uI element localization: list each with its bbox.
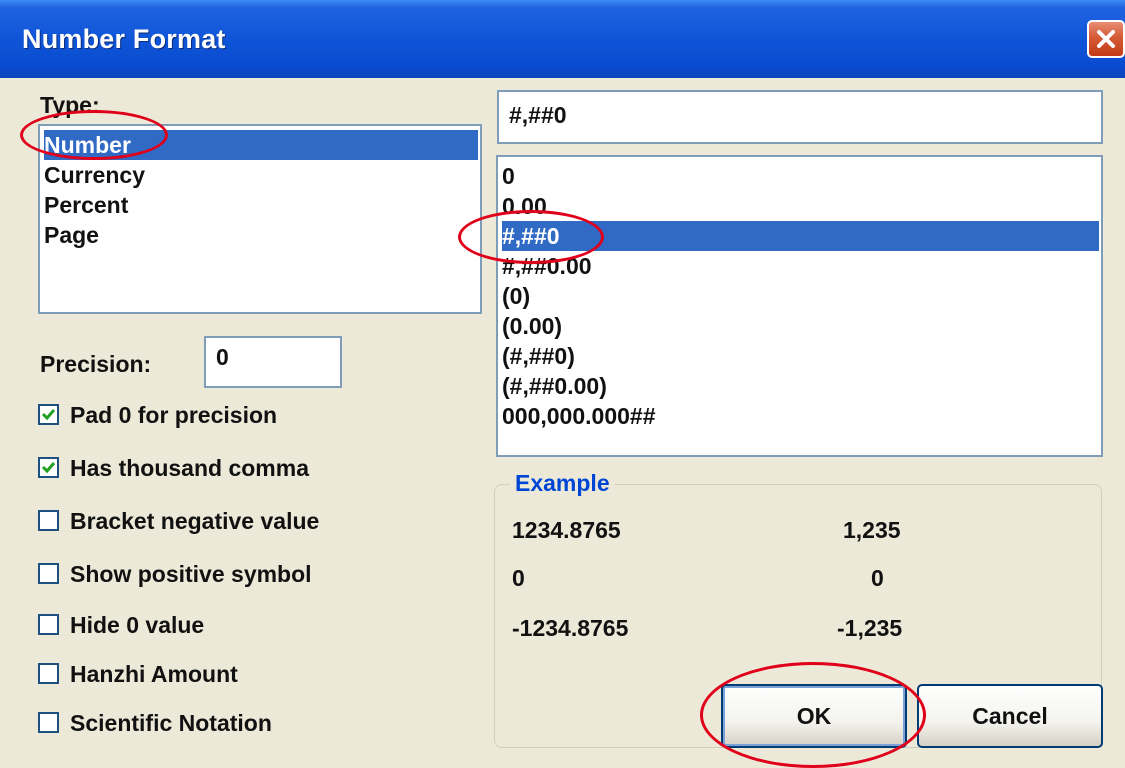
format-item[interactable]: (0) [502, 281, 530, 311]
format-item-selected[interactable]: #,##0 [502, 221, 1099, 251]
bracket-negative-checkbox[interactable] [38, 510, 59, 531]
type-item-currency[interactable]: Currency [44, 160, 145, 190]
hide-zero-checkbox[interactable] [38, 614, 59, 635]
pad-zero-label: Pad 0 for precision [70, 402, 278, 428]
precision-label: Precision: [40, 351, 152, 377]
pad-zero-checkbox[interactable] [38, 404, 59, 425]
example-output: -1,235 [837, 615, 903, 641]
show-positive-checkbox[interactable] [38, 563, 59, 584]
thousand-comma-label: Has thousand comma [70, 455, 309, 481]
title-bar[interactable]: Number Format [0, 0, 1125, 78]
example-input: -1234.8765 [512, 615, 629, 641]
scientific-notation-label: Scientific Notation [70, 710, 272, 736]
type-label: Type: [40, 92, 100, 118]
example-input: 1234.8765 [512, 517, 621, 543]
format-item[interactable]: (#,##0) [502, 341, 575, 371]
type-item-number[interactable]: Number [44, 130, 478, 160]
dialog-title: Number Format [22, 24, 226, 54]
type-item-page[interactable]: Page [44, 220, 99, 250]
close-button[interactable] [1087, 20, 1125, 58]
example-input: 0 [512, 565, 525, 591]
cancel-button[interactable]: Cancel [917, 684, 1103, 748]
hide-zero-label: Hide 0 value [70, 612, 205, 638]
show-positive-label: Show positive symbol [70, 561, 312, 587]
example-title: Example [510, 470, 615, 497]
example-output: 0 [871, 565, 884, 591]
scientific-notation-checkbox[interactable] [38, 712, 59, 733]
close-icon [1097, 30, 1115, 48]
type-item-percent[interactable]: Percent [44, 190, 128, 220]
number-format-dialog: Number Format Type: Number Currency Perc… [0, 0, 1125, 768]
ok-button[interactable]: OK [721, 684, 907, 748]
format-item[interactable]: (#,##0.00) [502, 371, 607, 401]
format-item[interactable]: 000,000.000## [502, 401, 656, 431]
type-list[interactable]: Number Currency Percent Page [38, 124, 482, 314]
format-list[interactable]: 0 0.00 #,##0 #,##0.00 (0) (0.00) (#,##0)… [496, 155, 1103, 457]
checkmark-icon [41, 409, 56, 421]
format-item[interactable]: 0.00 [502, 191, 547, 221]
example-output: 1,235 [843, 517, 901, 543]
checkmark-icon [41, 462, 56, 474]
format-item[interactable]: (0.00) [502, 311, 562, 341]
bracket-negative-label: Bracket negative value [70, 508, 320, 534]
thousand-comma-checkbox[interactable] [38, 457, 59, 478]
format-item[interactable]: 0 [502, 161, 515, 191]
format-input[interactable]: #,##0 [497, 90, 1103, 144]
hanzhi-amount-label: Hanzhi Amount [70, 661, 238, 687]
precision-input[interactable]: 0 [204, 336, 342, 388]
hanzhi-amount-checkbox[interactable] [38, 663, 59, 684]
format-item[interactable]: #,##0.00 [502, 251, 592, 281]
